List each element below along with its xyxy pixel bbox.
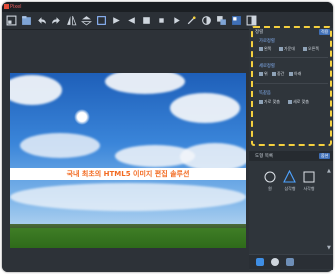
crop-icon[interactable]	[95, 14, 108, 27]
layer-icon[interactable]	[256, 258, 264, 266]
shapes-option-button[interactable]: 옵션	[319, 153, 331, 159]
grass-field	[10, 228, 246, 248]
export-icon[interactable]	[230, 14, 243, 27]
scroll-down-icon[interactable]: ▼	[327, 245, 331, 251]
copy-icon[interactable]	[215, 14, 228, 27]
select-icon[interactable]	[140, 14, 153, 27]
square-shape-icon[interactable]	[303, 171, 315, 183]
editing-image[interactable]: 국내 최초의 HTML5 이미지 편집 솔루션	[10, 73, 246, 248]
rotate-left-icon[interactable]	[110, 14, 123, 27]
canvas-workspace: 국내 최초의 HTML5 이미지 편집 솔루션	[2, 30, 250, 272]
adjust-icon[interactable]	[200, 14, 213, 27]
open-icon[interactable]	[20, 14, 33, 27]
banner-text: 국내 최초의 HTML5 이미지 편집 솔루션	[66, 170, 190, 178]
flip-horizontal-icon[interactable]	[65, 14, 78, 27]
shape-label-circle: 원	[268, 186, 272, 191]
stop-icon[interactable]	[155, 14, 168, 27]
redo-icon[interactable]	[50, 14, 63, 27]
title-bar: Pixel	[2, 2, 333, 12]
cloud	[10, 183, 246, 211]
app-title: Pixel	[10, 4, 22, 10]
sun	[74, 109, 90, 125]
highlight-box	[251, 26, 332, 146]
new-file-icon[interactable]	[5, 14, 18, 27]
undo-icon[interactable]	[35, 14, 48, 27]
app-logo-icon	[4, 4, 9, 9]
cloud	[170, 93, 240, 123]
magic-wand-icon[interactable]	[185, 14, 198, 27]
circle-shape-icon[interactable]	[264, 171, 276, 183]
shape-label-square: 사각형	[303, 186, 315, 191]
bottom-toolbar	[249, 254, 333, 269]
triangle-shape-icon[interactable]	[283, 170, 296, 183]
play-icon[interactable]	[170, 14, 183, 27]
scroll-up-icon[interactable]: ▲	[327, 168, 331, 174]
stack-icon[interactable]	[286, 258, 294, 266]
rotate-right-icon[interactable]	[125, 14, 138, 27]
shapes-header: 도형 목록	[255, 154, 273, 159]
cloud	[20, 133, 100, 158]
cloud	[180, 143, 246, 171]
circle-icon[interactable]	[271, 258, 279, 266]
flip-vertical-icon[interactable]	[80, 14, 93, 27]
shape-label-triangle: 삼각형	[284, 186, 296, 191]
